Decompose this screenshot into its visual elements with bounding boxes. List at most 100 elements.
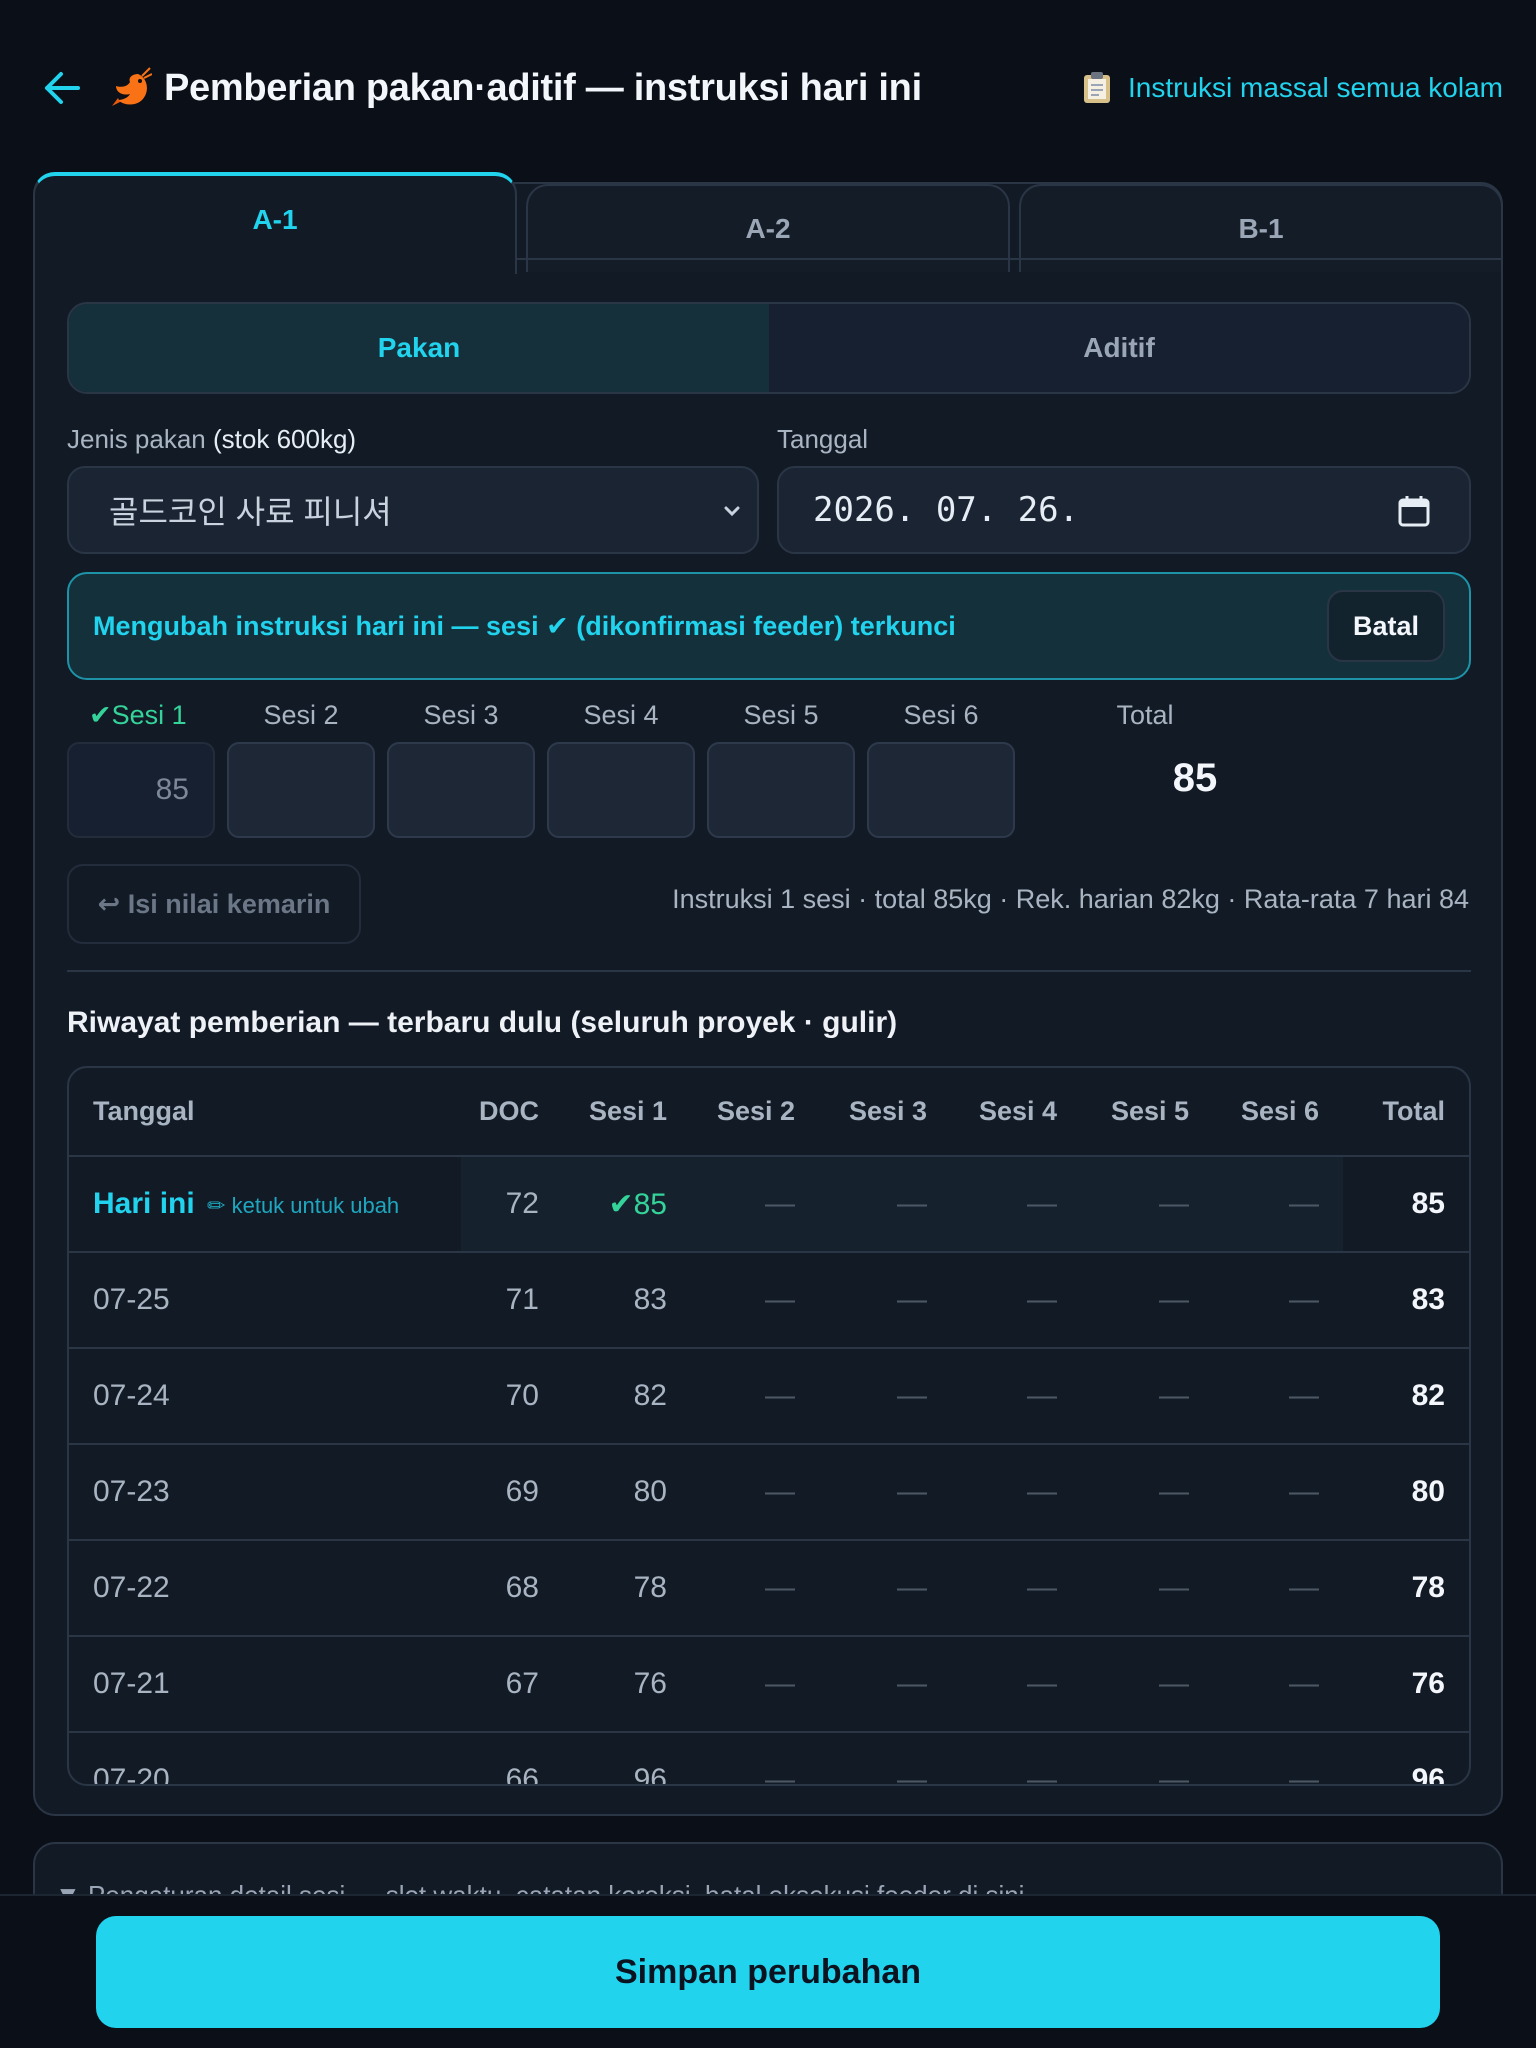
history-table[interactable]: Tanggal DOC Sesi 1 Sesi 2 Sesi 3 Sesi 4 … (67, 1066, 1471, 1786)
cell-s4: — (951, 1444, 1081, 1541)
session-2-input[interactable] (227, 742, 375, 838)
segment-aditif[interactable]: Aditif (769, 304, 1469, 392)
tab-label: A-2 (745, 213, 791, 244)
session-6-label: Sesi 6 (903, 700, 979, 730)
cell-s6: — (1213, 1636, 1343, 1733)
cell-s2: — (691, 1444, 819, 1541)
mass-instruction-link[interactable]: Instruksi massal semua kolam (1082, 71, 1503, 105)
feed-type-label: Jenis pakan (stok 600kg) (67, 424, 356, 455)
cell-s4: — (951, 1156, 1081, 1253)
cell-total: 83 (1343, 1252, 1469, 1349)
calendar-icon[interactable] (1397, 494, 1431, 528)
cell-s4: — (951, 1732, 1081, 1784)
cell-s1: 83 (563, 1252, 691, 1349)
cell-s6: — (1213, 1156, 1343, 1253)
session-4-label: Sesi 4 (583, 700, 659, 730)
cell-doc: 67 (461, 1636, 563, 1733)
cell-s4: — (951, 1540, 1081, 1637)
cell-doc: 69 (461, 1444, 563, 1541)
cell-date: Hari ini ✏ ketuk untuk ubah (69, 1156, 461, 1253)
col-s1: Sesi 1 (563, 1068, 691, 1157)
cell-date: 07-20 (69, 1732, 461, 1784)
session-3-input[interactable] (387, 742, 535, 838)
cell-s5: — (1081, 1732, 1213, 1784)
tab-label: B-1 (1238, 213, 1284, 244)
chevron-down-icon (724, 506, 740, 517)
cell-s4: — (951, 1348, 1081, 1445)
cell-s1: 78 (563, 1540, 691, 1637)
cell-s6: — (1213, 1444, 1343, 1541)
feed-stock: (stok 600kg) (213, 424, 357, 454)
cell-s2: — (691, 1348, 819, 1445)
cell-total: 85 (1343, 1156, 1469, 1253)
segment-pakan[interactable]: Pakan (69, 304, 769, 392)
col-doc: DOC (461, 1068, 563, 1157)
cell-date: 07-21 (69, 1636, 461, 1733)
back-button[interactable] (40, 66, 84, 110)
table-row: 07-22 68 78 — — — — — 78 (69, 1540, 1469, 1637)
page-title: Pemberian pakan·aditif — instruksi hari … (164, 66, 922, 109)
history-title: Riwayat pemberian — terbaru dulu (seluru… (67, 1006, 898, 1039)
table-row: 07-24 70 82 — — — — — 82 (69, 1348, 1469, 1445)
total-label: Total (1116, 700, 1174, 730)
date-input[interactable]: 2026. 07. 26. (777, 466, 1471, 554)
cell-s2: — (691, 1636, 819, 1733)
cell-s4: — (951, 1252, 1081, 1349)
cell-date: 07-24 (69, 1348, 461, 1445)
arrow-left-icon (45, 72, 80, 104)
feed-label-text: Jenis pakan (67, 424, 206, 454)
cell-total: 82 (1343, 1348, 1469, 1445)
col-s3: Sesi 3 (819, 1068, 951, 1157)
cell-s5: — (1081, 1156, 1213, 1253)
cell-s2: — (691, 1252, 819, 1349)
session-1-input: 85 (67, 742, 215, 838)
cell-date: 07-25 (69, 1252, 461, 1349)
cell-total: 78 (1343, 1540, 1469, 1637)
session-4-input[interactable] (547, 742, 695, 838)
fill-yesterday-button[interactable]: ↩ Isi nilai kemarin (67, 864, 361, 944)
mass-link-label: Instruksi massal semua kolam (1127, 72, 1503, 103)
cell-total: 80 (1343, 1444, 1469, 1541)
date-label: Tanggal (777, 424, 869, 454)
date-value: 2026. 07. 26. (813, 490, 1080, 530)
table-row: 07-20 66 96 — — — — — 96 (69, 1732, 1469, 1784)
session-6-input[interactable] (867, 742, 1015, 838)
bottom-bar: Simpan perubahan (0, 1894, 1536, 2048)
col-s2: Sesi 2 (691, 1068, 819, 1157)
shrimp-icon (112, 67, 152, 106)
cell-s5: — (1081, 1636, 1213, 1733)
cell-s5: — (1081, 1540, 1213, 1637)
cancel-button[interactable]: Batal (1327, 590, 1445, 662)
session-2-label: Sesi 2 (263, 700, 339, 730)
session-5-input[interactable] (707, 742, 855, 838)
notice-text: Mengubah instruksi hari ini — sesi ✔ (di… (93, 610, 956, 641)
tab-label: A-1 (252, 204, 298, 235)
cell-s1: 76 (563, 1636, 691, 1733)
table-row-today[interactable]: Hari ini ✏ ketuk untuk ubah 72 ✔85 — — —… (69, 1156, 1469, 1253)
session-1-label: ✔Sesi 1 (89, 700, 187, 730)
col-date: Tanggal (69, 1068, 461, 1157)
cell-s2: — (691, 1732, 819, 1784)
edit-notice: Mengubah instruksi hari ini — sesi ✔ (di… (67, 572, 1471, 680)
tab-pond-a1[interactable]: A-1 (33, 172, 517, 274)
cell-date: 07-23 (69, 1444, 461, 1541)
save-button[interactable]: Simpan perubahan (96, 1916, 1440, 2028)
cell-s5: — (1081, 1252, 1213, 1349)
header: Pemberian pakan·aditif — instruksi hari … (0, 0, 1536, 176)
cell-doc: 71 (461, 1252, 563, 1349)
col-s4: Sesi 4 (951, 1068, 1081, 1157)
feed-type-select[interactable]: 골드코인 사료 피니셔 (67, 466, 759, 554)
cell-s3: — (819, 1540, 951, 1637)
cell-doc: 72 (461, 1156, 563, 1253)
instruction-summary: Instruksi 1 sesi · total 85kg · Rek. har… (672, 884, 1469, 914)
cell-s3: — (819, 1636, 951, 1733)
cell-s6: — (1213, 1348, 1343, 1445)
cell-s1: ✔85 (563, 1156, 691, 1253)
cell-s2: — (691, 1540, 819, 1637)
cell-date: 07-22 (69, 1540, 461, 1637)
cell-s4: — (951, 1636, 1081, 1733)
cell-doc: 68 (461, 1540, 563, 1637)
cell-s3: — (819, 1444, 951, 1541)
clipboard-icon (1083, 72, 1110, 103)
edit-hint: ✏ ketuk untuk ubah (207, 1193, 400, 1218)
